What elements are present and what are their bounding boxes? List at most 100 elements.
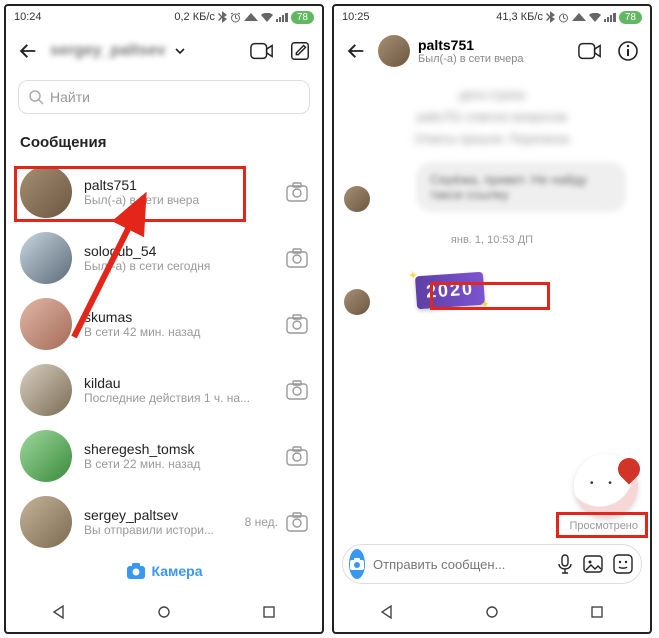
chat-item-palts751[interactable]: palts751 Был(-а) в сети вчера <box>6 159 322 225</box>
blurred-line: Ответы прошли. Переписка <box>344 132 640 146</box>
video-call-button[interactable] <box>250 39 274 63</box>
android-navbar <box>334 592 650 632</box>
status-net: 41,3 КБ/с <box>496 11 543 23</box>
info-button[interactable] <box>616 39 640 63</box>
message-bubble: Серёжа, привет. Не найду такси ссылку <box>416 162 626 212</box>
search-input[interactable]: Найти <box>18 80 310 114</box>
chat-sub: Был(-а) в сети вчера <box>84 193 274 207</box>
chat-body[interactable]: дата строка palts751 ответил вопросом От… <box>334 74 650 536</box>
status-net: 0,2 КБ/с <box>174 11 215 23</box>
nav-recent-icon[interactable] <box>589 604 605 620</box>
back-button[interactable] <box>16 39 40 63</box>
status-icons: 41,3 КБ/с 78 <box>496 11 642 24</box>
bluetooth-icon <box>546 11 555 23</box>
camera-icon[interactable] <box>286 248 308 268</box>
chat-sub: В сети 22 мин. назад <box>84 457 274 471</box>
status-bar-left: 10:24 0,2 КБ/с 78 <box>6 6 322 28</box>
chat-name: skumas <box>84 309 274 325</box>
chat-header-name: palts751 <box>418 37 524 53</box>
video-call-button[interactable] <box>578 39 602 63</box>
blurred-line: palts751 ответил вопросом <box>344 110 640 124</box>
nav-recent-icon[interactable] <box>261 604 277 620</box>
camera-cta[interactable]: Камера <box>6 550 322 592</box>
composer-input[interactable] <box>373 557 549 572</box>
camera-icon[interactable] <box>286 380 308 400</box>
camera-icon[interactable] <box>286 314 308 334</box>
blurred-line: дата строка <box>344 88 640 102</box>
search-placeholder: Найти <box>50 89 90 105</box>
avatar <box>20 364 72 416</box>
chat-item[interactable]: sologub_54 Был(-а) в сети сегодня <box>6 225 322 291</box>
nav-back-icon[interactable] <box>379 604 395 620</box>
wifi-icon <box>589 13 601 22</box>
signal-icon <box>276 13 288 22</box>
chat-item[interactable]: sheregesh_tomsk В сети 22 мин. назад <box>6 423 322 489</box>
chat-sub: Вы отправили истори... <box>84 523 233 537</box>
gallery-icon[interactable] <box>583 555 603 573</box>
bluetooth-icon <box>218 11 227 23</box>
composer <box>342 544 642 584</box>
chat-sub: Последние действия 1 ч. на... <box>84 391 274 405</box>
volte-icon <box>572 13 586 21</box>
chat-trail: 8 нед. <box>245 515 278 529</box>
chat-header: palts751 Был(-а) в сети вчера <box>334 28 650 74</box>
nav-home-icon[interactable] <box>484 604 500 620</box>
camera-icon[interactable] <box>286 446 308 466</box>
composer-camera-button[interactable] <box>349 549 365 579</box>
chat-timestamp: янв. 1, 10:53 ДП <box>344 230 640 250</box>
avatar <box>20 496 72 548</box>
chat-name: kildau <box>84 375 274 391</box>
avatar <box>20 298 72 350</box>
battery-badge: 78 <box>619 11 642 24</box>
sticker-icon[interactable] <box>613 554 633 574</box>
avatar <box>20 166 72 218</box>
status-time: 10:25 <box>342 11 370 23</box>
chevron-down-icon <box>174 45 186 57</box>
camera-icon <box>349 557 365 571</box>
header-title[interactable]: sergey_paltsev <box>50 42 240 60</box>
volte-icon <box>244 13 258 21</box>
msg-avatar <box>344 289 370 315</box>
chat-header-text[interactable]: palts751 Был(-а) в сети вчера <box>418 37 524 65</box>
avatar <box>20 232 72 284</box>
camera-icon[interactable] <box>286 512 308 532</box>
chat-item[interactable]: kildau Последние действия 1 ч. на... <box>6 357 322 423</box>
chat-name: sergey_paltsev <box>84 507 233 523</box>
back-button[interactable] <box>344 39 368 63</box>
chat-name: sologub_54 <box>84 243 274 259</box>
chat-item[interactable]: skumas В сети 42 мин. назад <box>6 291 322 357</box>
mic-icon[interactable] <box>557 554 573 574</box>
wifi-icon <box>261 13 273 22</box>
sticker-bunny <box>574 454 638 518</box>
status-bar-right: 10:25 41,3 КБ/с 78 <box>334 6 650 28</box>
chat-sub: В сети 42 мин. назад <box>84 325 274 339</box>
android-navbar <box>6 592 322 632</box>
alarm-icon <box>558 12 569 23</box>
seen-label: Просмотрено <box>569 520 638 532</box>
status-time: 10:24 <box>14 11 42 23</box>
search-icon <box>29 90 44 105</box>
chat-header-sub: Был(-а) в сети вчера <box>418 53 524 65</box>
right-screenshot: 10:25 41,3 КБ/с 78 palts751 Был(-а) в се… <box>332 4 652 634</box>
status-icons: 0,2 КБ/с 78 <box>174 11 314 24</box>
camera-icon[interactable] <box>286 182 308 202</box>
battery-badge: 78 <box>291 11 314 24</box>
account-name-blurred: sergey_paltsev <box>50 42 166 60</box>
camera-cta-label: Камера <box>152 563 203 579</box>
chat-name: palts751 <box>84 177 274 193</box>
chat-list[interactable]: palts751 Был(-а) в сети вчера sologub_54… <box>6 159 322 550</box>
nav-back-icon[interactable] <box>51 604 67 620</box>
chat-item[interactable]: sergey_paltsev Вы отправили истори... 8 … <box>6 489 322 550</box>
left-screenshot: 10:24 0,2 КБ/с 78 sergey_paltsev <box>4 4 324 634</box>
signal-icon <box>604 13 616 22</box>
chat-sub: Был(-а) в сети сегодня <box>84 259 274 273</box>
sticker-2020: 2020 <box>415 272 485 310</box>
msg-avatar <box>344 186 370 212</box>
chat-name: sheregesh_tomsk <box>84 441 274 457</box>
avatar <box>20 430 72 482</box>
chat-avatar[interactable] <box>378 35 410 67</box>
search-area: Найти <box>6 74 322 120</box>
nav-home-icon[interactable] <box>156 604 172 620</box>
camera-icon-blue <box>126 563 146 580</box>
compose-button[interactable] <box>288 39 312 63</box>
